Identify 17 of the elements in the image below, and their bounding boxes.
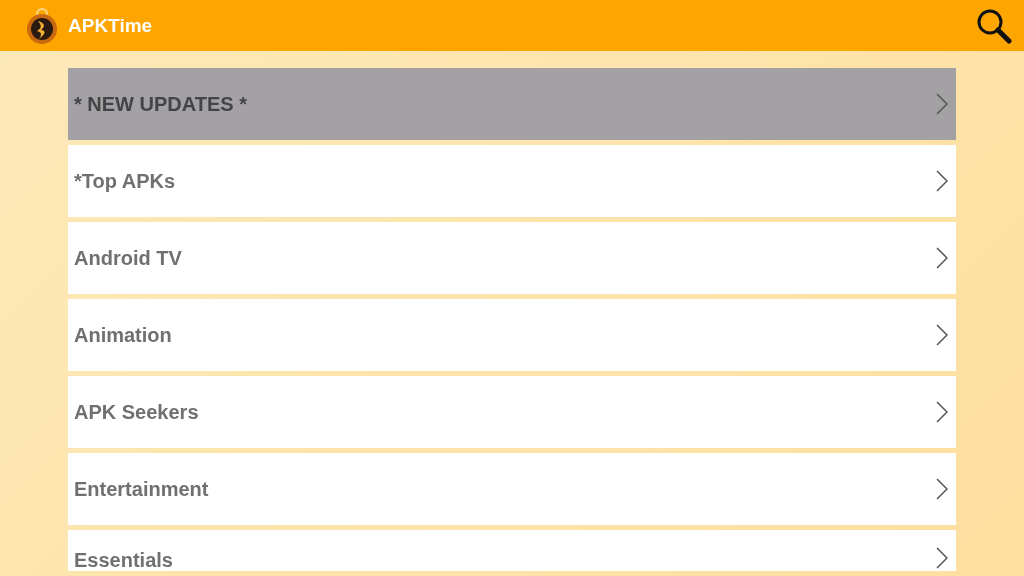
- chevron-right-icon: [936, 547, 948, 569]
- chevron-right-icon: [936, 93, 948, 115]
- category-item[interactable]: * NEW UPDATES *: [68, 68, 956, 140]
- category-item[interactable]: Essentials: [68, 530, 956, 571]
- logo-icon: [24, 5, 60, 46]
- chevron-right-icon: [936, 247, 948, 269]
- category-item[interactable]: Android TV: [68, 222, 956, 294]
- chevron-right-icon: [936, 170, 948, 192]
- category-item[interactable]: APK Seekers: [68, 376, 956, 448]
- chevron-right-icon: [936, 478, 948, 500]
- chevron-right-icon: [936, 324, 948, 346]
- app-title: APKTime: [68, 14, 153, 37]
- search-icon[interactable]: [976, 7, 1012, 44]
- category-item[interactable]: Entertainment: [68, 453, 956, 525]
- chevron-right-icon: [936, 401, 948, 423]
- category-item[interactable]: *Top APKs: [68, 145, 956, 217]
- category-item[interactable]: Animation: [68, 299, 956, 371]
